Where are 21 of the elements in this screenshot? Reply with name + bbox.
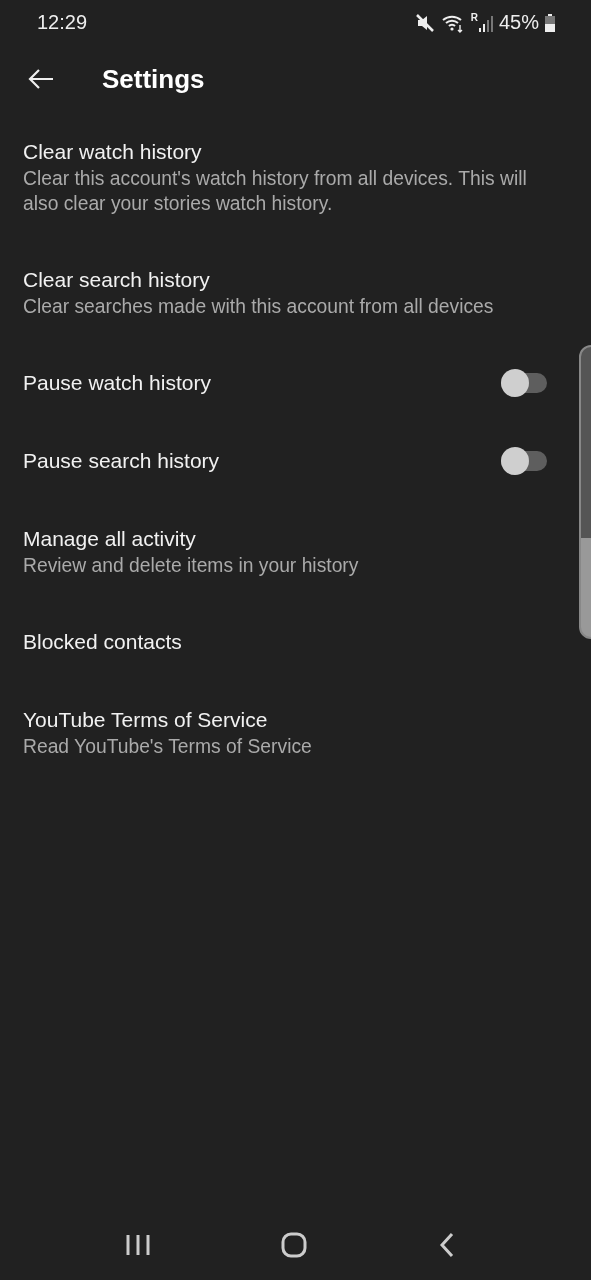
three-bars-icon [124, 1233, 151, 1257]
battery-icon [545, 12, 555, 33]
item-title: YouTube Terms of Service [23, 707, 269, 733]
item-title: Clear watch history [23, 139, 203, 165]
item-title: Pause watch history [23, 370, 211, 396]
back-arrow-icon [28, 68, 54, 90]
item-title: Clear search history [23, 267, 211, 293]
item-title: Pause search history [23, 448, 220, 474]
rounded-square-icon [280, 1231, 309, 1259]
roaming-label: R [470, 12, 478, 23]
item-description: Clear searches made with this account from all devices [23, 295, 494, 319]
back-button[interactable] [28, 68, 54, 90]
item-description: Clear this account's watch history from all devices. This will also clear your stories watch history. [23, 167, 528, 216]
item-title: Manage all activity [23, 526, 197, 552]
battery-percent: 45% [498, 11, 539, 34]
mute-icon [414, 12, 435, 33]
page-title: Settings [102, 63, 205, 95]
status-time: 12:29 [37, 11, 88, 34]
item-description: Review and delete items in your history [23, 554, 359, 578]
item-description: Read YouTube's Terms of Service [23, 735, 312, 759]
item-title: Blocked contacts [23, 629, 182, 655]
